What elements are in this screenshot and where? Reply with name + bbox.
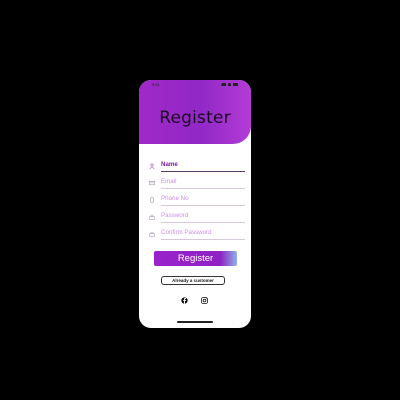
email-field-label: Email [161, 178, 177, 185]
status-time: 9:41 [152, 82, 160, 87]
confirm-password-field-label: Confirm Password [161, 229, 212, 236]
home-indicator [177, 321, 213, 323]
lock-icon [149, 214, 155, 220]
instagram-icon[interactable] [201, 297, 208, 304]
page-title: Register [159, 108, 231, 128]
facebook-icon[interactable] [181, 297, 188, 304]
name-field[interactable]: Name [149, 160, 245, 172]
name-field-label: Name [161, 161, 178, 168]
wifi-icon [228, 83, 231, 86]
user-icon [149, 163, 155, 169]
phone-field-label: Phone No [161, 195, 189, 202]
mail-icon [149, 180, 155, 186]
phone-field[interactable]: Phone No [149, 194, 245, 206]
already-customer-button[interactable]: Already a customer [161, 276, 225, 285]
lock-icon [149, 231, 155, 237]
confirm-password-field[interactable]: Confirm Password [149, 228, 245, 240]
header-banner: Register [139, 80, 251, 144]
register-button[interactable]: Register [154, 251, 237, 266]
phone-icon [150, 197, 154, 203]
status-bar: 9:41 [139, 80, 251, 89]
signal-icon [221, 83, 226, 86]
phone-frame: Register 9:41 Name Email Phone No Passwo… [139, 80, 251, 328]
password-field[interactable]: Password [149, 211, 245, 223]
email-field[interactable]: Email [149, 177, 245, 189]
password-field-label: Password [161, 212, 189, 219]
battery-icon [233, 83, 238, 86]
